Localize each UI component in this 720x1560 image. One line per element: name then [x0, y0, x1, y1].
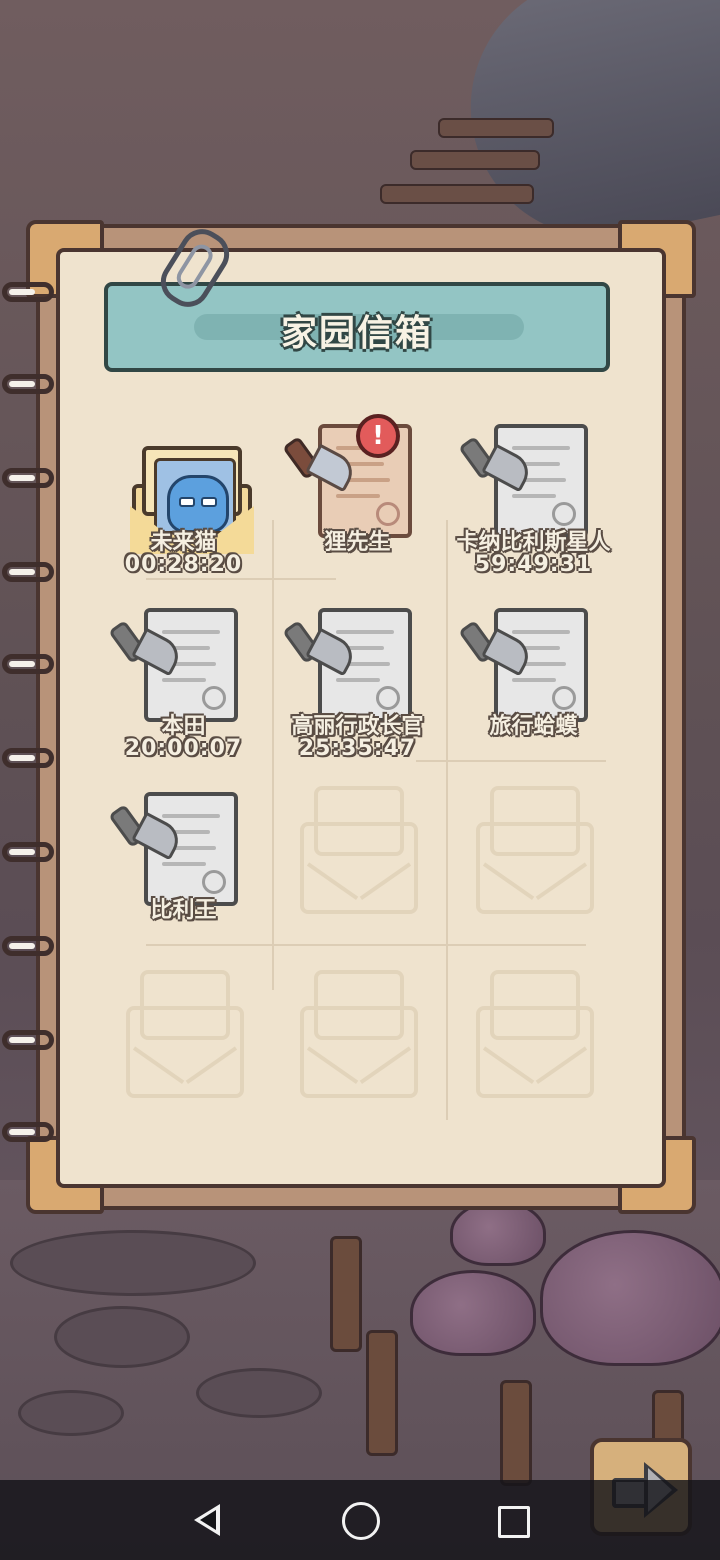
- letter-opener-icon: [458, 435, 535, 493]
- background-plank: [438, 118, 554, 138]
- binder-ring-icon: [2, 562, 54, 582]
- new-letter-badge: !: [356, 414, 400, 458]
- binder-ring-icon: [2, 282, 54, 302]
- letter-slot-canabalis[interactable]: 卡纳比利斯星人 59:49:31: [446, 412, 621, 592]
- home-icon[interactable]: [342, 1502, 380, 1540]
- document-line: [336, 678, 380, 682]
- letter-slot-travel-frog[interactable]: 旅行蛤蟆: [446, 596, 621, 776]
- binder-ring-icon: [2, 374, 54, 394]
- letter-slot-billy-king[interactable]: 比利王: [96, 780, 271, 960]
- background-stone: [196, 1368, 322, 1418]
- document-line: [162, 862, 206, 866]
- empty-envelope-icon: [300, 786, 418, 914]
- background-mushroom: [540, 1230, 720, 1366]
- letter-opener-icon: [108, 803, 185, 861]
- empty-envelope-icon: [476, 786, 594, 914]
- background-post: [330, 1236, 362, 1352]
- background-post: [366, 1330, 398, 1456]
- binder-ring-icon: [2, 936, 54, 956]
- letter-opener-icon: [282, 435, 359, 493]
- recent-apps-icon[interactable]: [498, 1506, 530, 1538]
- letter-slot-honda[interactable]: 本田 20:00:07: [96, 596, 271, 776]
- background-post: [500, 1380, 532, 1486]
- document-line: [512, 494, 556, 498]
- background-mushroom: [410, 1270, 536, 1356]
- letter-timer: 25:35:47: [298, 736, 417, 761]
- background-plank: [380, 184, 534, 204]
- document-line: [336, 494, 380, 498]
- stamp-icon: [552, 502, 576, 526]
- stamp-icon: [376, 502, 400, 526]
- background-stone: [18, 1390, 124, 1436]
- empty-envelope-icon: [300, 970, 418, 1098]
- background-plank: [410, 150, 540, 170]
- empty-envelope-icon: [126, 970, 244, 1098]
- stamp-icon: [202, 870, 226, 894]
- letter-sender-name: 比利王: [150, 898, 217, 923]
- letter-sender-name: 狸先生: [324, 530, 391, 555]
- letter-sender-name: 旅行蛤蟆: [489, 714, 578, 739]
- binder-ring-icon: [2, 1122, 54, 1142]
- background-stone: [54, 1306, 190, 1368]
- binder-ring-icon: [2, 654, 54, 674]
- letter-opener-icon: [108, 619, 185, 677]
- letter-timer: 20:00:07: [124, 736, 243, 761]
- document-line: [162, 678, 206, 682]
- empty-envelope-icon: [476, 970, 594, 1098]
- binder-ring-icon: [2, 1030, 54, 1050]
- letter-opener-icon: [282, 619, 359, 677]
- page-title: 家园信箱: [280, 313, 433, 354]
- binder-ring-icon: [2, 842, 54, 862]
- letter-opener-icon: [458, 619, 535, 677]
- stamp-icon: [552, 686, 576, 710]
- letter-timer: 00:28:20: [124, 552, 243, 577]
- background-stone: [10, 1230, 256, 1296]
- document-line: [512, 678, 556, 682]
- letter-slot-future-cat[interactable]: 未来猫 00:28:20: [96, 412, 271, 592]
- letter-slot-goryeo-chief[interactable]: 高丽行政长官 25:35:47: [270, 596, 445, 776]
- binder-ring-icon: [2, 468, 54, 488]
- letter-timer: 59:49:31: [474, 552, 593, 577]
- back-icon[interactable]: [188, 1500, 228, 1540]
- binder-ring-icon: [2, 748, 54, 768]
- stamp-icon: [202, 686, 226, 710]
- stamp-icon: [376, 686, 400, 710]
